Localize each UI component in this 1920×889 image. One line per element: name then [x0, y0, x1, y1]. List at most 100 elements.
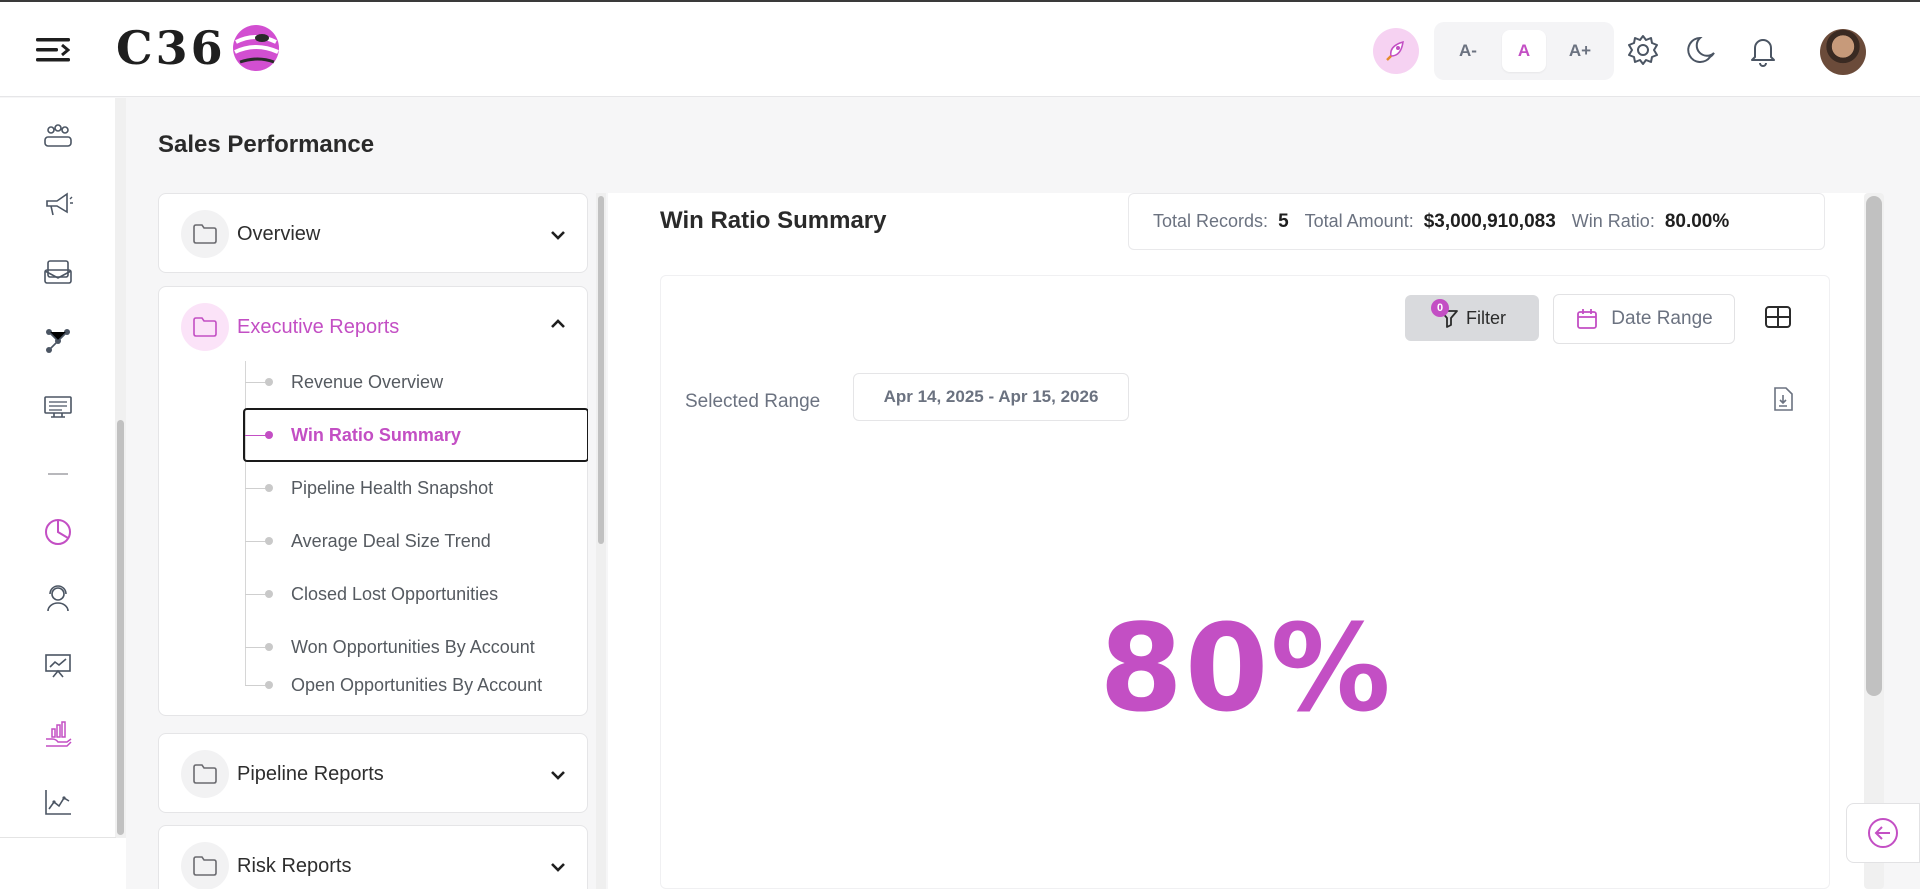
- arrow-left-circle-icon: [1868, 818, 1898, 848]
- folder-icon: [193, 317, 217, 337]
- group-label: Overview: [237, 222, 321, 245]
- tree-dot: [265, 537, 273, 545]
- selected-range-label: Selected Range: [685, 391, 821, 412]
- total-amount-value: $3,000,910,083: [1423, 210, 1556, 232]
- rocket-button[interactable]: [1373, 28, 1419, 74]
- support-icon[interactable]: [40, 580, 76, 616]
- total-records-value: 5: [1278, 210, 1289, 232]
- tree-dot: [265, 590, 273, 598]
- nav-item-average-deal-size-trend[interactable]: Average Deal Size Trend: [245, 520, 588, 562]
- group-pipeline-header[interactable]: Pipeline Reports: [181, 750, 384, 798]
- summary-stats: Total Records: 5 Total Amount: $3,000,91…: [1128, 193, 1825, 250]
- nav-item-won-opportunities-by-account[interactable]: Won Opportunities By Account: [245, 626, 588, 668]
- report-panel: Win Ratio Summary Total Records: 5 Total…: [608, 193, 1878, 889]
- nav-item-pipeline-health-snapshot[interactable]: Pipeline Health Snapshot: [245, 467, 588, 509]
- filter-label: Filter: [1466, 307, 1506, 328]
- font-normal-button[interactable]: A: [1502, 30, 1546, 72]
- gear-icon[interactable]: [1626, 33, 1660, 67]
- nav-item-label: Revenue Overview: [291, 371, 444, 392]
- group-risk-reports[interactable]: Risk Reports: [158, 825, 588, 889]
- filter-count-badge: 0: [1431, 299, 1449, 317]
- rocket-icon: [1386, 40, 1404, 61]
- pie-chart-icon[interactable]: [40, 514, 76, 550]
- chevron-down-icon[interactable]: [547, 224, 569, 246]
- nav-item-label: Won Opportunities By Account: [291, 636, 535, 657]
- tree-dot: [265, 643, 273, 651]
- tree-branch: [245, 381, 267, 383]
- tree-dot: [265, 378, 273, 386]
- folder-icon: [193, 856, 217, 876]
- win-ratio-value: 80.00%: [1664, 210, 1730, 232]
- total-records-label: Total Records:: [1153, 211, 1269, 231]
- logo-globe-icon: [232, 25, 279, 71]
- group-risk-header[interactable]: Risk Reports: [181, 842, 351, 889]
- hand-chart-icon[interactable]: [40, 716, 76, 752]
- top-header: C36 A- A A+: [0, 2, 1920, 97]
- filter-button[interactable]: 0 Filter: [1405, 295, 1539, 341]
- mail-icon[interactable]: [40, 254, 76, 290]
- team-icon[interactable]: [40, 118, 76, 154]
- page-title: Sales Performance: [158, 131, 375, 158]
- tree-branch: [245, 434, 267, 436]
- group-executive-reports: Executive Reports Revenue Overview Win R…: [158, 286, 588, 716]
- nav-scrollbar-thumb[interactable]: [598, 196, 604, 544]
- tree-branch: [245, 684, 267, 686]
- monitor-icon[interactable]: [40, 390, 76, 426]
- presentation-icon[interactable]: [40, 648, 76, 684]
- megaphone-icon[interactable]: [40, 186, 76, 222]
- chevron-down-icon[interactable]: [547, 764, 569, 786]
- group-label: Risk Reports: [237, 854, 352, 877]
- group-overview-header[interactable]: Overview: [181, 210, 320, 258]
- table-view-icon[interactable]: [1763, 302, 1793, 332]
- folder-icon-wrap: [181, 303, 229, 351]
- app-logo[interactable]: C36: [116, 20, 282, 76]
- folder-icon: [193, 224, 217, 244]
- group-overview[interactable]: Overview: [158, 193, 588, 273]
- nav-item-label: Pipeline Health Snapshot: [291, 477, 494, 498]
- left-rail: [0, 98, 126, 889]
- font-size-controls: A- A A+: [1434, 22, 1614, 80]
- folder-icon-wrap: [181, 210, 229, 258]
- tree-dot: [265, 431, 273, 439]
- logo-text: C36: [116, 21, 226, 75]
- nav-item-label: Open Opportunities By Account: [291, 674, 543, 695]
- nav-item-open-opportunities-by-account[interactable]: Open Opportunities By Account: [245, 664, 588, 706]
- nav-item-revenue-overview[interactable]: Revenue Overview: [245, 361, 588, 403]
- font-decrease-button[interactable]: A-: [1446, 30, 1490, 72]
- report-title: Win Ratio Summary: [660, 207, 887, 234]
- export-pdf-icon[interactable]: [1771, 386, 1795, 412]
- main-scrollbar-thumb[interactable]: [1866, 196, 1882, 696]
- tree-branch: [245, 646, 267, 648]
- bell-icon[interactable]: [1746, 33, 1780, 67]
- folder-icon: [193, 764, 217, 784]
- report-card: 0 Filter Date Range Selected Range Apr 1…: [660, 275, 1830, 889]
- nav-item-win-ratio-summary[interactable]: Win Ratio Summary: [243, 408, 588, 462]
- nav-item-closed-lost-opportunities[interactable]: Closed Lost Opportunities: [245, 573, 588, 615]
- folder-icon-wrap: [181, 750, 229, 798]
- calendar-icon: [1577, 309, 1598, 329]
- chevron-up-icon[interactable]: [547, 313, 569, 335]
- group-executive-header[interactable]: Executive Reports: [181, 303, 399, 351]
- rail-scrollbar-thumb[interactable]: [117, 420, 124, 835]
- avatar[interactable]: [1820, 29, 1866, 75]
- network-icon[interactable]: [40, 322, 76, 358]
- win-ratio-metric: 80%: [1099, 600, 1393, 739]
- date-range-button[interactable]: Date Range: [1553, 294, 1735, 344]
- font-increase-button[interactable]: A+: [1558, 30, 1602, 72]
- nav-item-label: Win Ratio Summary: [291, 424, 461, 445]
- group-pipeline-reports[interactable]: Pipeline Reports: [158, 733, 588, 813]
- selected-range-value: Apr 14, 2025 - Apr 15, 2026: [853, 373, 1129, 421]
- dash-icon: [40, 456, 76, 492]
- chevron-down-icon[interactable]: [547, 856, 569, 878]
- collapse-panel-button[interactable]: [1846, 803, 1920, 863]
- line-chart-icon[interactable]: [40, 784, 76, 820]
- menu-icon[interactable]: [36, 36, 70, 64]
- tree-branch: [245, 487, 267, 489]
- moon-icon[interactable]: [1686, 33, 1720, 67]
- folder-icon-wrap: [181, 842, 229, 889]
- nav-item-label: Average Deal Size Trend: [291, 530, 491, 551]
- total-amount-label: Total Amount:: [1304, 211, 1414, 231]
- group-label: Executive Reports: [237, 315, 400, 338]
- rail-divider: [0, 837, 116, 838]
- tree-dot: [265, 681, 273, 689]
